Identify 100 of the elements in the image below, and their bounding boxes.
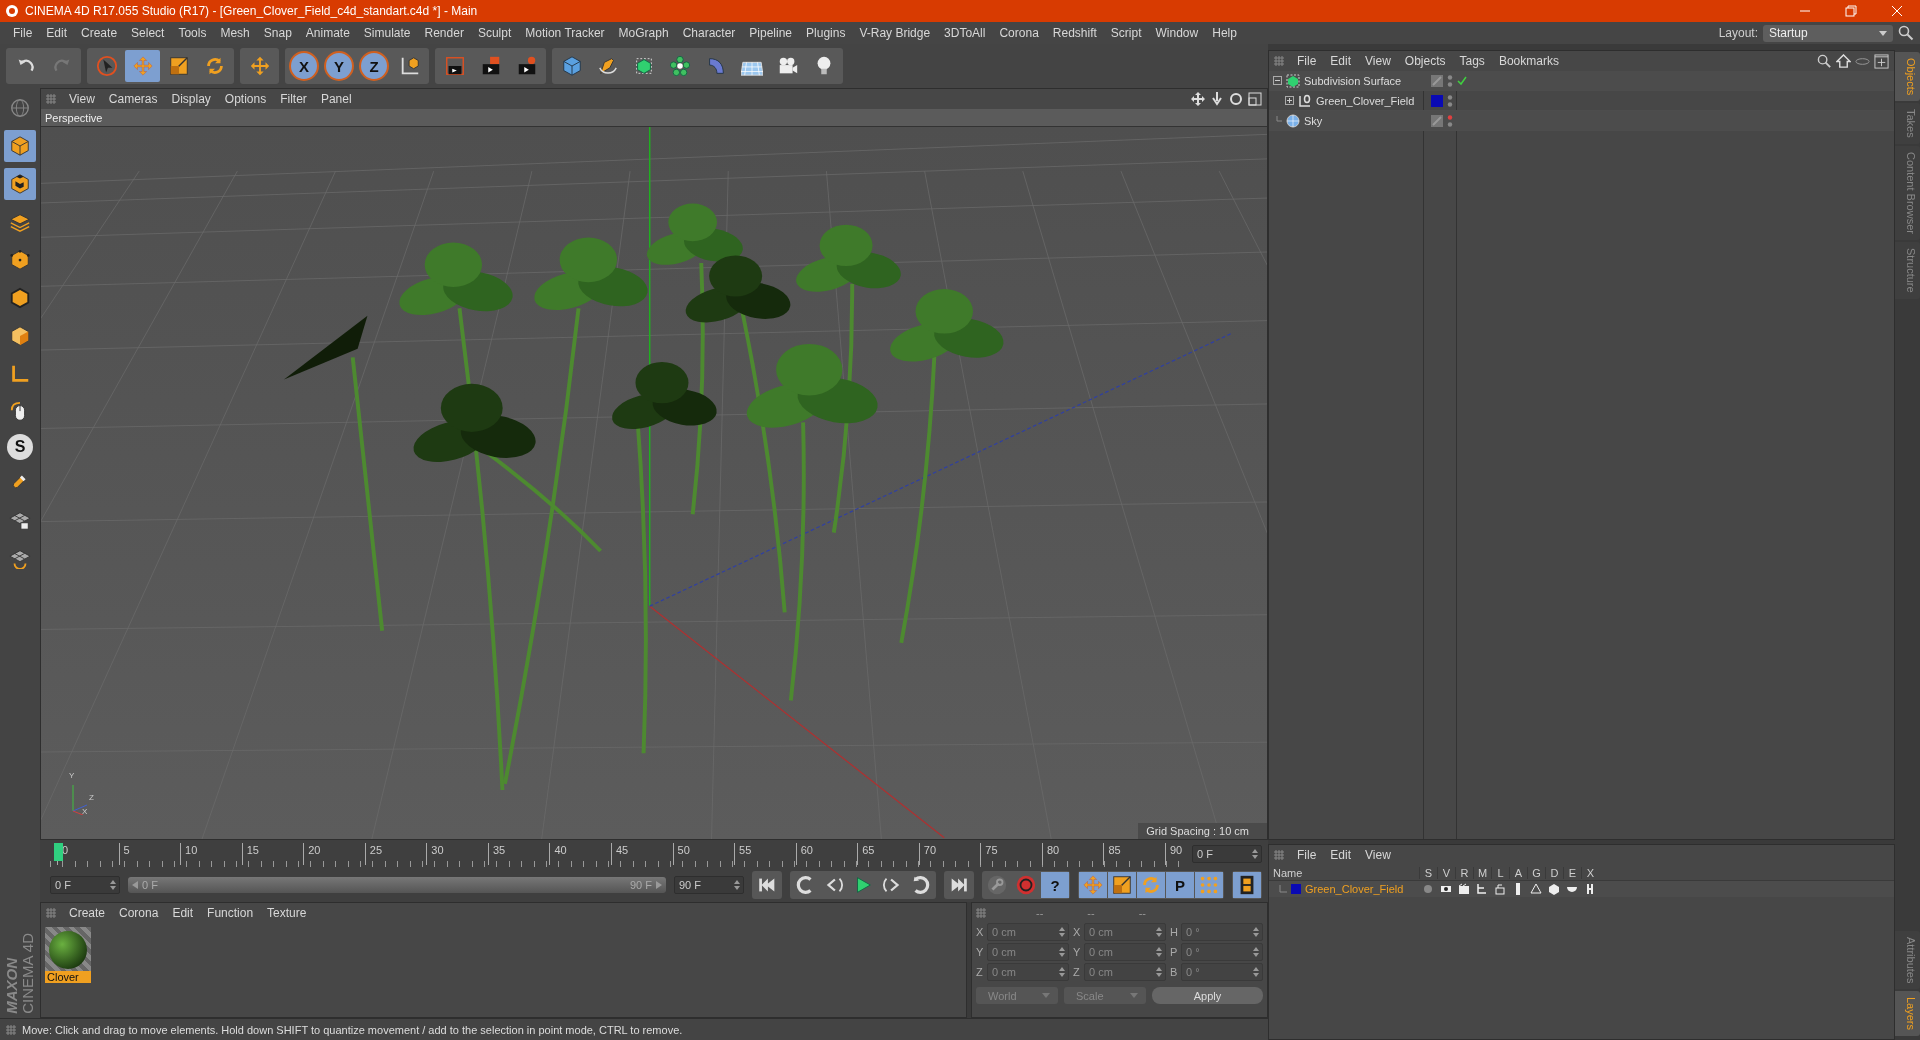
- menu-item[interactable]: View: [1358, 848, 1398, 862]
- menu-item[interactable]: Edit: [1323, 54, 1359, 68]
- end-frame-field[interactable]: 90 F: [674, 876, 744, 894]
- frame-label: 15: [241, 843, 259, 865]
- menu-item[interactable]: Filter: [273, 92, 314, 106]
- move-button[interactable]: [1189, 90, 1206, 108]
- cube-icon: [560, 55, 583, 77]
- menu-item[interactable]: Tags: [1452, 54, 1492, 68]
- lock-icon: [1494, 883, 1506, 895]
- layer-color-swatch[interactable]: [1431, 94, 1443, 107]
- apply-button[interactable]: Apply: [1152, 987, 1263, 1004]
- menu-item[interactable]: Plugins: [799, 26, 853, 40]
- menu-item[interactable]: Function: [200, 906, 261, 920]
- home-button[interactable]: [1835, 52, 1852, 70]
- spinner-icon: [110, 880, 116, 890]
- axis-label: Z: [89, 793, 94, 802]
- checker-cube-button[interactable]: [4, 168, 36, 200]
- menu-item[interactable]: Redshift: [1045, 26, 1104, 40]
- cube-button[interactable]: [4, 130, 36, 162]
- menu-item[interactable]: MoGraph: [611, 26, 676, 40]
- menu-item[interactable]: File: [1290, 54, 1324, 68]
- menu-item[interactable]: Motion Tracker: [518, 26, 612, 40]
- move-icon: [1082, 874, 1104, 896]
- menu-item[interactable]: Objects: [1397, 54, 1453, 68]
- maximize-icon: [1247, 92, 1262, 106]
- side-tab[interactable]: Layers: [1895, 990, 1920, 1036]
- menu-item[interactable]: Edit: [1323, 848, 1359, 862]
- menu-item[interactable]: Edit: [165, 906, 201, 920]
- object-row[interactable]: Subdivision Surface: [1269, 71, 1894, 91]
- layer-color-swatch[interactable]: [1291, 884, 1301, 894]
- frame-label: 65: [857, 843, 875, 865]
- arrow-right-icon: [656, 881, 662, 889]
- menu-item[interactable]: Select: [124, 26, 172, 40]
- search-button[interactable]: [1816, 52, 1833, 70]
- frame-label: 55: [734, 843, 752, 865]
- dots-grid-button[interactable]: [1195, 872, 1223, 898]
- film-strip-button[interactable]: [1233, 872, 1261, 898]
- menu-item[interactable]: Edit: [39, 26, 75, 40]
- menu-item[interactable]: Tools: [171, 26, 214, 40]
- object-name: Subdivision Surface: [1304, 74, 1402, 87]
- menu-item[interactable]: View: [1358, 54, 1398, 68]
- menu-item[interactable]: Corona: [112, 906, 166, 920]
- menu-item[interactable]: Mesh: [213, 26, 257, 40]
- rotate-icon: [1140, 874, 1162, 896]
- letter-button[interactable]: Z: [359, 51, 389, 81]
- axis-label: H: [1170, 926, 1179, 938]
- letter-button[interactable]: S: [7, 434, 33, 460]
- menu-item[interactable]: Snap: [256, 26, 299, 40]
- side-tab[interactable]: Objects: [1895, 52, 1920, 102]
- menu-item[interactable]: Render: [417, 26, 471, 40]
- move-icon: [248, 55, 271, 77]
- menu-item[interactable]: Sculpt: [470, 26, 519, 40]
- menu-item[interactable]: Help: [1205, 26, 1244, 40]
- menu-item[interactable]: Options: [217, 92, 274, 106]
- layers-icon: [9, 211, 31, 233]
- frame-label: 35: [487, 843, 506, 865]
- letter-button[interactable]: ?: [1041, 872, 1069, 898]
- menu-item[interactable]: Pipeline: [742, 26, 800, 40]
- menu-item[interactable]: 3DToAll: [937, 26, 993, 40]
- menu-item[interactable]: Character: [675, 26, 743, 40]
- menu-item[interactable]: Display: [164, 92, 218, 106]
- menu-item[interactable]: Create: [74, 26, 125, 40]
- letter-button[interactable]: X: [289, 51, 319, 81]
- letter-button[interactable]: Y: [324, 51, 354, 81]
- menu-item[interactable]: Cameras: [101, 92, 165, 106]
- caret-icon: [1042, 993, 1050, 998]
- letter-button[interactable]: P: [1166, 872, 1194, 898]
- current-frame-field[interactable]: 0 F: [1192, 845, 1262, 863]
- menu-item[interactable]: Bookmarks: [1491, 54, 1566, 68]
- axis-label: Y: [69, 771, 75, 780]
- caret-icon: [1879, 30, 1887, 36]
- spinner-icon: [734, 880, 740, 890]
- menu-item[interactable]: Panel: [313, 92, 359, 106]
- menu-item[interactable]: Animate: [298, 26, 357, 40]
- menu-item[interactable]: Texture: [260, 906, 314, 920]
- scale-button[interactable]: [1108, 872, 1136, 898]
- layout-dropdown[interactable]: Startup: [1763, 24, 1893, 42]
- layer-row[interactable]: Green_Clover_Field: [1269, 881, 1894, 897]
- menu-item[interactable]: File: [1290, 848, 1324, 862]
- maximize-button[interactable]: [1246, 90, 1263, 108]
- axis-label: X: [976, 926, 985, 938]
- search-icon: [1898, 25, 1914, 41]
- menu-item[interactable]: Window: [1148, 26, 1206, 40]
- start-frame-field[interactable]: 0 F: [50, 876, 120, 894]
- menu-item[interactable]: Create: [62, 906, 113, 920]
- menu-item[interactable]: View: [62, 92, 102, 106]
- menu-item[interactable]: Corona: [992, 26, 1046, 40]
- menu-item[interactable]: Script: [1103, 26, 1149, 40]
- new-window-button[interactable]: [1873, 52, 1890, 70]
- menu-item[interactable]: V-Ray Bridge: [852, 26, 938, 40]
- panel-grip-icon: [46, 908, 56, 918]
- column-header: --: [1138, 907, 1146, 919]
- object-row[interactable]: Sky: [1269, 111, 1894, 131]
- material-ball-icon: [48, 930, 88, 970]
- menu-item[interactable]: Simulate: [356, 26, 418, 40]
- rotate-button[interactable]: [1227, 90, 1244, 108]
- menu-item[interactable]: File: [6, 26, 40, 40]
- material-swatch[interactable]: Clover: [45, 927, 91, 983]
- eye-icon: [1440, 883, 1452, 895]
- pen-icon: [596, 55, 619, 77]
